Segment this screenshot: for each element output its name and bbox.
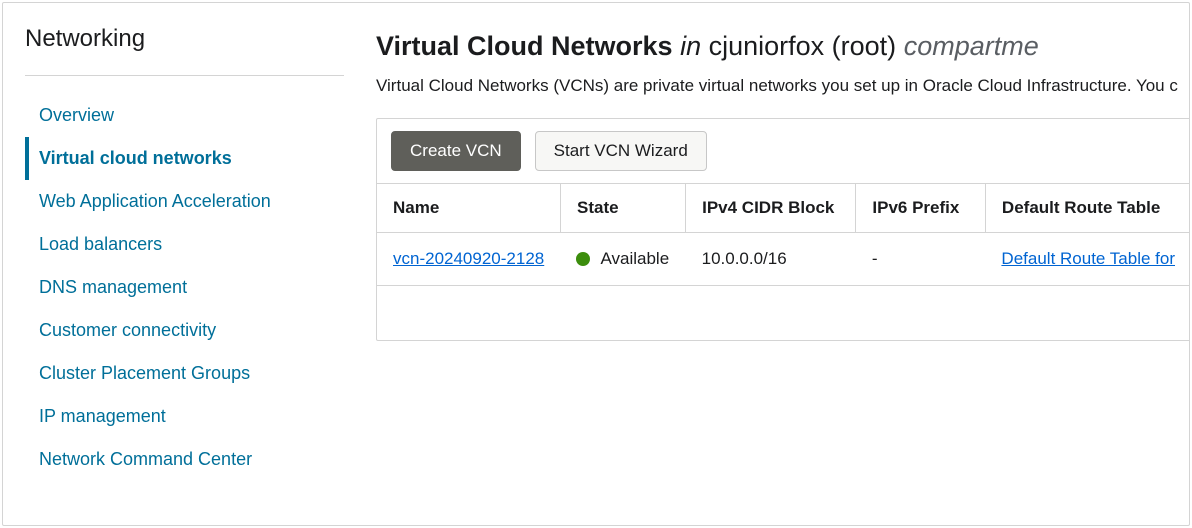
nav-link[interactable]: DNS management — [39, 277, 187, 297]
page-title: Virtual Cloud Networks in cjuniorfox (ro… — [376, 31, 1189, 62]
cell-name: vcn-20240920-2128 — [377, 233, 560, 286]
col-header-ipv6[interactable]: IPv6 Prefix — [856, 184, 986, 233]
cell-state: Available — [560, 233, 685, 286]
cell-route: Default Route Table for — [985, 233, 1190, 286]
heading-in: in — [680, 31, 701, 61]
sidebar-item-dns[interactable]: DNS management — [25, 266, 358, 309]
cell-cidr: 10.0.0.0/16 — [686, 233, 856, 286]
start-vcn-wizard-button[interactable]: Start VCN Wizard — [535, 131, 707, 171]
state-label: Available — [600, 249, 669, 269]
vcn-table: Name State IPv4 CIDR Block IPv6 Prefix D… — [377, 183, 1190, 340]
col-header-route[interactable]: Default Route Table — [985, 184, 1190, 233]
nav-link[interactable]: Load balancers — [39, 234, 162, 254]
nav-link[interactable]: Customer connectivity — [39, 320, 216, 340]
sidebar-item-ip-management[interactable]: IP management — [25, 395, 358, 438]
sidebar: Networking Overview Virtual cloud networ… — [3, 3, 358, 525]
status-dot-icon — [576, 252, 590, 266]
vcn-name-link[interactable]: vcn-20240920-2128 — [393, 249, 544, 268]
sidebar-item-waa[interactable]: Web Application Acceleration — [25, 180, 358, 223]
main-content: Virtual Cloud Networks in cjuniorfox (ro… — [358, 3, 1189, 525]
vcn-table-container: Create VCN Start VCN Wizard Name State I… — [376, 118, 1190, 341]
nav-link[interactable]: Virtual cloud networks — [39, 148, 232, 168]
col-header-name[interactable]: Name — [377, 184, 560, 233]
sidebar-item-network-command[interactable]: Network Command Center — [25, 438, 358, 481]
footer-cell — [377, 286, 1190, 340]
table-header-row: Name State IPv4 CIDR Block IPv6 Prefix D… — [377, 184, 1190, 233]
sidebar-title: Networking — [25, 25, 358, 75]
nav-link[interactable]: Network Command Center — [39, 449, 252, 469]
sidebar-divider — [25, 75, 344, 76]
sidebar-item-load-balancers[interactable]: Load balancers — [25, 223, 358, 266]
page-frame: Networking Overview Virtual cloud networ… — [2, 2, 1190, 526]
nav-link[interactable]: Overview — [39, 105, 114, 125]
page-description: Virtual Cloud Networks (VCNs) are privat… — [376, 76, 1189, 96]
col-header-state[interactable]: State — [560, 184, 685, 233]
sidebar-item-connectivity[interactable]: Customer connectivity — [25, 309, 358, 352]
col-header-cidr[interactable]: IPv4 CIDR Block — [686, 184, 856, 233]
sidebar-item-vcn[interactable]: Virtual cloud networks — [25, 137, 358, 180]
create-vcn-button[interactable]: Create VCN — [391, 131, 521, 171]
sidebar-item-cluster-placement[interactable]: Cluster Placement Groups — [25, 352, 358, 395]
heading-suffix: compartme — [904, 31, 1039, 61]
sidebar-item-overview[interactable]: Overview — [25, 94, 358, 137]
heading-main: Virtual Cloud Networks — [376, 31, 673, 61]
state-wrapper: Available — [576, 249, 669, 269]
nav-link[interactable]: Cluster Placement Groups — [39, 363, 250, 383]
heading-compartment: cjuniorfox (root) — [709, 31, 897, 61]
table-toolbar: Create VCN Start VCN Wizard — [377, 119, 1190, 183]
nav-link[interactable]: IP management — [39, 406, 166, 426]
table-row: vcn-20240920-2128 Available 10.0.0.0/16 … — [377, 233, 1190, 286]
nav-link[interactable]: Web Application Acceleration — [39, 191, 271, 211]
route-table-link[interactable]: Default Route Table for — [1001, 249, 1175, 268]
nav-list: Overview Virtual cloud networks Web Appl… — [25, 94, 358, 481]
cell-ipv6: - — [856, 233, 986, 286]
table-footer-row — [377, 286, 1190, 340]
